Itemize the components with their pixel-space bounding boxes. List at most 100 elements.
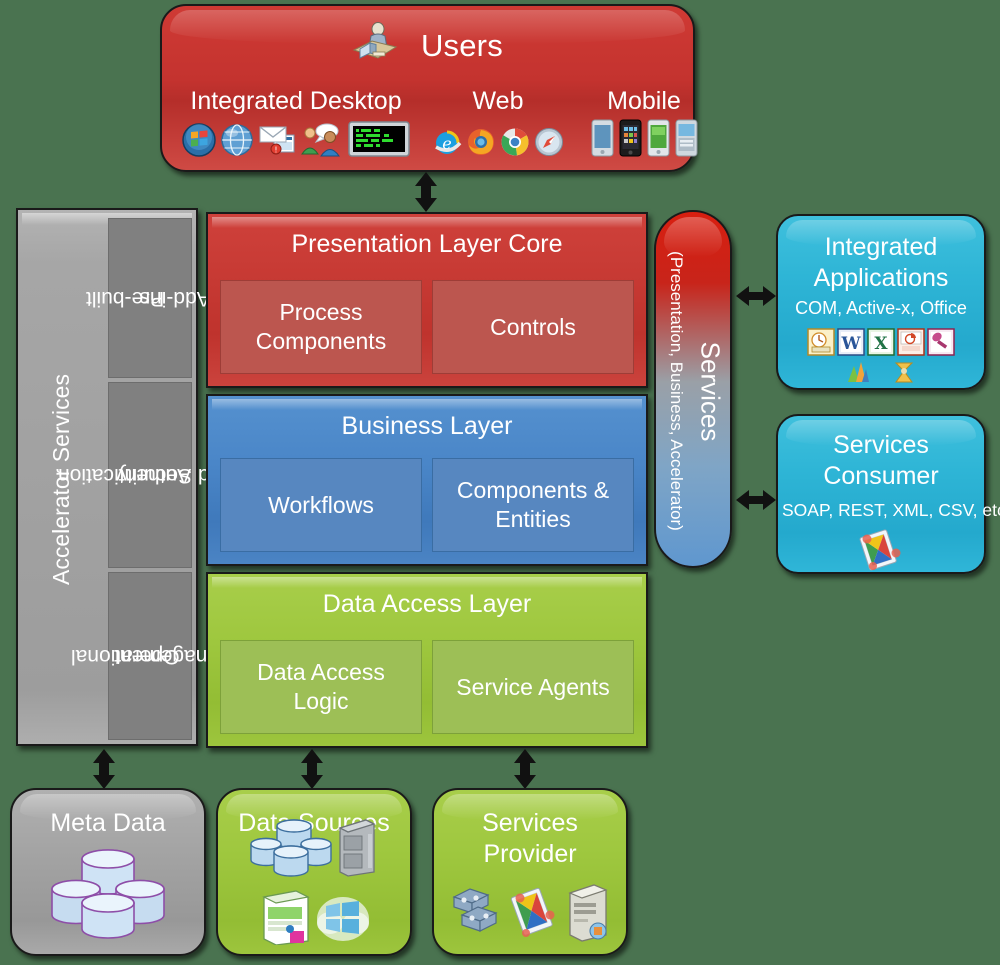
svg-text:e: e — [442, 134, 451, 153]
title-line: Integrated — [824, 233, 938, 261]
terminal-console-icon[interactable] — [348, 121, 410, 162]
powerpoint-icon[interactable] — [897, 328, 925, 361]
data-sources-icon-row — [226, 816, 402, 950]
database-cluster-icon[interactable] — [250, 816, 332, 883]
users-columns: Integrated Desktop ! Web e Mobile — [176, 86, 697, 168]
data-access-layer-box[interactable]: Data Access Layer Data Access Logic Servi… — [206, 572, 648, 748]
users-column-web[interactable]: Web e — [435, 86, 563, 168]
arrow-users-to-presentation — [412, 170, 440, 214]
cell-data-access-logic[interactable]: Data Access Logic — [220, 640, 422, 734]
users-box[interactable]: Users Integrated Desktop ! Web e Mobile — [160, 4, 697, 172]
access-icon[interactable] — [927, 328, 955, 361]
smartphone-green-icon[interactable] — [647, 119, 670, 162]
data-sources-box[interactable]: Data Sources — [216, 788, 412, 956]
users-title-row: Users — [162, 22, 693, 70]
layer-title: Data Access Layer — [322, 590, 532, 618]
pipeline-icon[interactable] — [448, 881, 504, 948]
biztalk-icon[interactable] — [891, 360, 917, 389]
accelerator-services-box[interactable]: Accelerator Services Pre-built Add-ins Au… — [16, 208, 236, 746]
layer-cells: Workflows Components & Entities — [220, 458, 634, 552]
meta-data-box[interactable]: Meta Data — [10, 788, 206, 956]
arrow-data-access-to-services-provider — [512, 748, 538, 790]
gloss-highlight — [212, 217, 642, 228]
office-icon-row: W X — [778, 328, 984, 361]
arrow-services-to-services-consumer — [734, 487, 778, 513]
layer-cells: Process Components Controls — [220, 280, 634, 374]
svg-text:W: W — [840, 334, 861, 354]
chrome-icon[interactable] — [500, 127, 530, 162]
windows-cloud-icon[interactable] — [316, 889, 370, 950]
firefox-icon[interactable] — [466, 127, 496, 162]
word-icon[interactable]: W — [837, 328, 865, 361]
layer-title: Business Layer — [341, 412, 513, 440]
arrow-data-access-to-data-sources — [299, 748, 325, 790]
box-title: Services Provider — [440, 808, 620, 870]
excel-icon[interactable]: X — [867, 328, 895, 361]
user-at-desk-icon — [352, 22, 398, 70]
users-column-integrated-desktop[interactable]: Integrated Desktop ! — [176, 86, 416, 168]
cell-line: Components — [255, 328, 387, 354]
diagram-canvas: Users Integrated Desktop ! Web e Mobile … — [0, 0, 1000, 965]
services-bar[interactable]: (Presentation, Business, Accelerator) Se… — [654, 210, 732, 568]
cell-line: Controls — [490, 313, 576, 340]
server-tower-icon[interactable] — [564, 881, 612, 948]
cell-line: Workflows — [268, 491, 374, 518]
cell-process-components[interactable]: Process Components — [220, 280, 422, 374]
database-cluster-icon[interactable] — [48, 845, 168, 946]
cell-line: Process — [279, 299, 363, 325]
accelerator-subbox-operational-management[interactable]: Operational Management — [71, 572, 236, 740]
layer-cells: Data Access Logic Service Agents — [220, 640, 634, 734]
service-cards-icon[interactable] — [778, 526, 984, 572]
business-layer-box[interactable]: Business Layer Workflows Components & Ent… — [206, 394, 648, 566]
box-title: Services Consumer — [784, 430, 978, 492]
chat-people-icon[interactable] — [300, 121, 344, 162]
cell-line: Service Agents — [456, 673, 610, 700]
cell-components-entities[interactable]: Components & Entities — [432, 458, 634, 552]
services-consumer-box[interactable]: Services Consumer SOAP, REST, XML, CSV, … — [776, 414, 1000, 574]
service-cards-icon[interactable] — [506, 881, 562, 948]
dynamics-icon[interactable] — [845, 360, 871, 389]
accelerator-subbox-prebuilt-addins[interactable]: Pre-built Add-ins — [86, 218, 211, 378]
server-rack-icon[interactable] — [336, 818, 378, 883]
services-bar-title: Services — [695, 341, 726, 441]
layer-title: Presentation Layer Core — [291, 230, 563, 258]
windows-logo-icon[interactable] — [182, 123, 216, 162]
column-label: Integrated Desktop — [190, 87, 402, 115]
column-label: Web — [472, 87, 524, 115]
title-line: Applications — [813, 264, 949, 292]
title-line: Provider — [483, 840, 577, 868]
accelerator-subbox-authentication-security[interactable]: Authentication and Security — [58, 382, 233, 568]
iphone-icon[interactable] — [619, 119, 642, 162]
users-title: Users — [420, 28, 503, 63]
meta-data-icon-row — [20, 845, 196, 946]
integrated-applications-box[interactable]: Integrated Applications COM, Active-x, O… — [776, 214, 986, 390]
smartphone-blue-icon[interactable] — [675, 119, 698, 162]
subbox-line: Add-ins — [139, 286, 211, 310]
users-column-mobile[interactable]: Mobile — [580, 86, 708, 168]
column-label: Mobile — [607, 87, 681, 115]
safari-icon[interactable] — [534, 127, 564, 162]
outlook-icon[interactable] — [807, 328, 835, 361]
cell-controls[interactable]: Controls — [432, 280, 634, 374]
cell-line: Data Access — [257, 659, 385, 685]
title-line: Services — [482, 809, 578, 837]
software-box-icon[interactable] — [258, 887, 312, 950]
gloss-highlight — [212, 399, 642, 410]
box-title: Integrated Applications — [784, 232, 978, 294]
android-phone-icon[interactable] — [591, 119, 614, 162]
extra-icon-row — [778, 360, 984, 389]
svg-text:!: ! — [274, 146, 277, 155]
mobile-icon-row — [580, 118, 708, 162]
globe-icon[interactable] — [220, 123, 254, 162]
cell-workflows[interactable]: Workflows — [220, 458, 422, 552]
desktop-icon-row: ! — [176, 118, 416, 162]
presentation-layer-core-box[interactable]: Presentation Layer Core Process Component… — [206, 212, 648, 388]
cell-service-agents[interactable]: Service Agents — [432, 640, 634, 734]
internet-explorer-icon[interactable]: e — [432, 127, 462, 162]
title-line: Services — [833, 431, 929, 459]
email-envelope-icon[interactable]: ! — [258, 121, 296, 162]
cell-line: Entities — [495, 506, 571, 532]
services-provider-box[interactable]: Services Provider — [432, 788, 628, 956]
cell-line: Logic — [293, 688, 349, 714]
svg-text:X: X — [874, 334, 888, 354]
